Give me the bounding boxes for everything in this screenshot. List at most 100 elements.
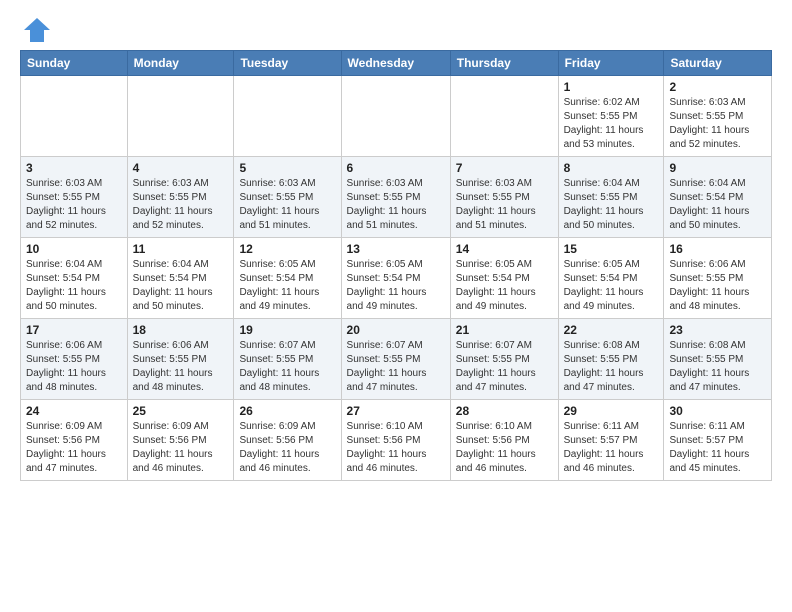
day-cell: 25 Sunrise: 6:09 AM Sunset: 5:56 PM Dayli… (127, 400, 234, 481)
day-info: Sunrise: 6:05 AM Sunset: 5:54 PM Dayligh… (564, 258, 659, 314)
day-info: Sunrise: 6:04 AM Sunset: 5:54 PM Dayligh… (133, 258, 229, 314)
day-number: 8 (564, 161, 659, 175)
day-cell: 1Sunrise: 6:02 AM Sunset: 5:55 PM Daylig… (558, 76, 664, 157)
day-info: Sunrise: 6:04 AM Sunset: 5:54 PM Dayligh… (669, 177, 766, 233)
day-number: 5 (239, 161, 335, 175)
day-info: Sunrise: 6:06 AM Sunset: 5:55 PM Dayligh… (26, 339, 122, 395)
day-info: Sunrise: 6:02 AM Sunset: 5:55 PM Dayligh… (564, 96, 659, 152)
day-info: Sunrise: 6:07 AM Sunset: 5:55 PM Dayligh… (347, 339, 445, 395)
day-cell: 4 Sunrise: 6:03 AM Sunset: 5:55 PM Daylig… (127, 157, 234, 238)
day-info: Sunrise: 6:04 AM Sunset: 5:54 PM Dayligh… (26, 258, 122, 314)
day-info: Sunrise: 6:07 AM Sunset: 5:55 PM Dayligh… (456, 339, 553, 395)
day-cell: 7 Sunrise: 6:03 AM Sunset: 5:55 PM Daylig… (450, 157, 558, 238)
day-info: Sunrise: 6:06 AM Sunset: 5:55 PM Dayligh… (133, 339, 229, 395)
day-info: Sunrise: 6:03 AM Sunset: 5:55 PM Dayligh… (239, 177, 335, 233)
day-number: 25 (133, 404, 229, 418)
day-info: Sunrise: 6:03 AM Sunset: 5:55 PM Dayligh… (347, 177, 445, 233)
week-row-1: 3 Sunrise: 6:03 AM Sunset: 5:55 PM Daylig… (21, 157, 772, 238)
day-cell: 13Sunrise: 6:05 AM Sunset: 5:54 PM Dayli… (341, 238, 450, 319)
day-number: 18 (133, 323, 229, 337)
day-cell: 27 Sunrise: 6:10 AM Sunset: 5:56 PM Dayli… (341, 400, 450, 481)
header (20, 16, 772, 40)
day-info: Sunrise: 6:09 AM Sunset: 5:56 PM Dayligh… (239, 420, 335, 476)
day-number: 20 (347, 323, 445, 337)
day-cell: 2 Sunrise: 6:03 AM Sunset: 5:55 PM Daylig… (664, 76, 772, 157)
weekday-saturday: Saturday (664, 51, 772, 76)
day-cell: 3 Sunrise: 6:03 AM Sunset: 5:55 PM Daylig… (21, 157, 128, 238)
day-number: 6 (347, 161, 445, 175)
day-info: Sunrise: 6:09 AM Sunset: 5:56 PM Dayligh… (26, 420, 122, 476)
weekday-header-row: SundayMondayTuesdayWednesdayThursdayFrid… (21, 51, 772, 76)
day-cell (341, 76, 450, 157)
day-cell: 23 Sunrise: 6:08 AM Sunset: 5:55 PM Dayli… (664, 319, 772, 400)
week-row-4: 24 Sunrise: 6:09 AM Sunset: 5:56 PM Dayli… (21, 400, 772, 481)
day-info: Sunrise: 6:10 AM Sunset: 5:56 PM Dayligh… (347, 420, 445, 476)
page: SundayMondayTuesdayWednesdayThursdayFrid… (0, 0, 792, 497)
day-number: 19 (239, 323, 335, 337)
day-info: Sunrise: 6:09 AM Sunset: 5:56 PM Dayligh… (133, 420, 229, 476)
day-number: 23 (669, 323, 766, 337)
day-info: Sunrise: 6:11 AM Sunset: 5:57 PM Dayligh… (564, 420, 659, 476)
day-info: Sunrise: 6:04 AM Sunset: 5:55 PM Dayligh… (564, 177, 659, 233)
day-cell: 15 Sunrise: 6:05 AM Sunset: 5:54 PM Dayli… (558, 238, 664, 319)
day-info: Sunrise: 6:10 AM Sunset: 5:56 PM Dayligh… (456, 420, 553, 476)
day-cell: 9 Sunrise: 6:04 AM Sunset: 5:54 PM Daylig… (664, 157, 772, 238)
day-cell: 14Sunrise: 6:05 AM Sunset: 5:54 PM Dayli… (450, 238, 558, 319)
day-cell: 30 Sunrise: 6:11 AM Sunset: 5:57 PM Dayli… (664, 400, 772, 481)
day-info: Sunrise: 6:08 AM Sunset: 5:55 PM Dayligh… (564, 339, 659, 395)
day-cell: 21Sunrise: 6:07 AM Sunset: 5:55 PM Dayli… (450, 319, 558, 400)
day-number: 16 (669, 242, 766, 256)
day-info: Sunrise: 6:03 AM Sunset: 5:55 PM Dayligh… (26, 177, 122, 233)
day-cell: 28 Sunrise: 6:10 AM Sunset: 5:56 PM Dayli… (450, 400, 558, 481)
week-row-0: 1Sunrise: 6:02 AM Sunset: 5:55 PM Daylig… (21, 76, 772, 157)
day-number: 3 (26, 161, 122, 175)
day-number: 17 (26, 323, 122, 337)
week-row-2: 10 Sunrise: 6:04 AM Sunset: 5:54 PM Dayli… (21, 238, 772, 319)
day-number: 26 (239, 404, 335, 418)
day-info: Sunrise: 6:06 AM Sunset: 5:55 PM Dayligh… (669, 258, 766, 314)
day-cell: 29Sunrise: 6:11 AM Sunset: 5:57 PM Dayli… (558, 400, 664, 481)
day-info: Sunrise: 6:03 AM Sunset: 5:55 PM Dayligh… (456, 177, 553, 233)
day-cell: 26 Sunrise: 6:09 AM Sunset: 5:56 PM Dayli… (234, 400, 341, 481)
calendar-table: SundayMondayTuesdayWednesdayThursdayFrid… (20, 50, 772, 481)
day-cell: 20 Sunrise: 6:07 AM Sunset: 5:55 PM Dayli… (341, 319, 450, 400)
day-number: 15 (564, 242, 659, 256)
day-cell (127, 76, 234, 157)
day-cell: 5 Sunrise: 6:03 AM Sunset: 5:55 PM Daylig… (234, 157, 341, 238)
day-number: 22 (564, 323, 659, 337)
day-cell: 22 Sunrise: 6:08 AM Sunset: 5:55 PM Dayli… (558, 319, 664, 400)
day-cell: 18 Sunrise: 6:06 AM Sunset: 5:55 PM Dayli… (127, 319, 234, 400)
day-number: 7 (456, 161, 553, 175)
day-number: 11 (133, 242, 229, 256)
day-cell (21, 76, 128, 157)
day-number: 10 (26, 242, 122, 256)
day-info: Sunrise: 6:08 AM Sunset: 5:55 PM Dayligh… (669, 339, 766, 395)
day-info: Sunrise: 6:03 AM Sunset: 5:55 PM Dayligh… (669, 96, 766, 152)
day-number: 24 (26, 404, 122, 418)
day-number: 2 (669, 80, 766, 94)
day-cell: 10 Sunrise: 6:04 AM Sunset: 5:54 PM Dayli… (21, 238, 128, 319)
day-number: 27 (347, 404, 445, 418)
day-info: Sunrise: 6:07 AM Sunset: 5:55 PM Dayligh… (239, 339, 335, 395)
day-number: 4 (133, 161, 229, 175)
day-cell: 24 Sunrise: 6:09 AM Sunset: 5:56 PM Dayli… (21, 400, 128, 481)
day-cell: 19 Sunrise: 6:07 AM Sunset: 5:55 PM Dayli… (234, 319, 341, 400)
day-info: Sunrise: 6:03 AM Sunset: 5:55 PM Dayligh… (133, 177, 229, 233)
weekday-thursday: Thursday (450, 51, 558, 76)
day-info: Sunrise: 6:11 AM Sunset: 5:57 PM Dayligh… (669, 420, 766, 476)
day-number: 12 (239, 242, 335, 256)
weekday-sunday: Sunday (21, 51, 128, 76)
day-cell (234, 76, 341, 157)
day-cell: 17 Sunrise: 6:06 AM Sunset: 5:55 PM Dayli… (21, 319, 128, 400)
day-info: Sunrise: 6:05 AM Sunset: 5:54 PM Dayligh… (239, 258, 335, 314)
day-number: 9 (669, 161, 766, 175)
logo (20, 16, 54, 40)
day-number: 30 (669, 404, 766, 418)
logo-icon (22, 16, 52, 44)
day-number: 28 (456, 404, 553, 418)
day-cell: 12 Sunrise: 6:05 AM Sunset: 5:54 PM Dayli… (234, 238, 341, 319)
weekday-tuesday: Tuesday (234, 51, 341, 76)
weekday-monday: Monday (127, 51, 234, 76)
weekday-wednesday: Wednesday (341, 51, 450, 76)
weekday-friday: Friday (558, 51, 664, 76)
